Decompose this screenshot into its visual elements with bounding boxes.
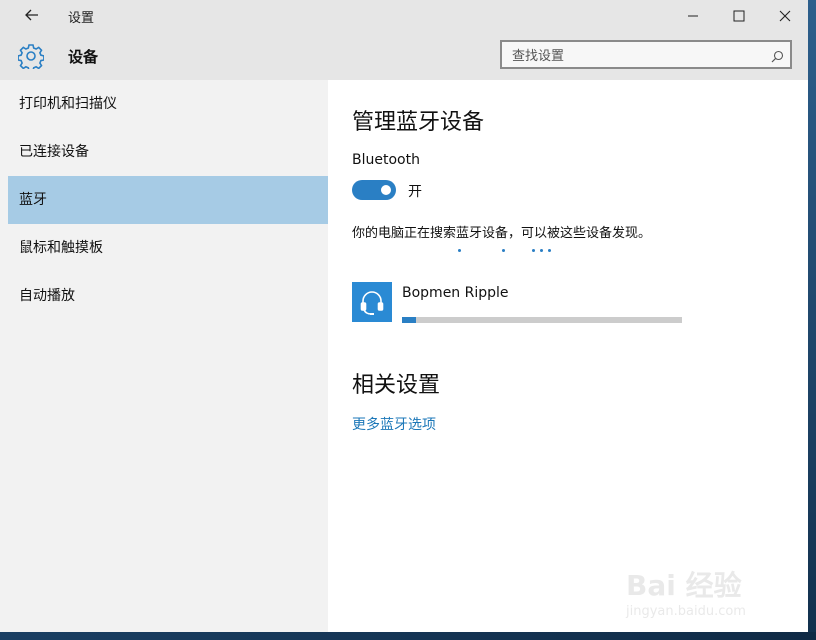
headset-icon[interactable] — [352, 282, 392, 322]
searching-status-text: 你的电脑正在搜索蓝牙设备，可以被这些设备发现。 — [352, 226, 652, 241]
progress-dot — [458, 249, 461, 252]
watermark-logo: Bai 经验 jingyan.baidu.com — [620, 562, 780, 628]
progress-dot — [548, 249, 551, 252]
pairing-progress-bar — [402, 317, 682, 323]
desktop-background — [808, 0, 816, 640]
pairing-progress-fill — [402, 317, 416, 323]
main-content: 管理蓝牙设备 Bluetooth 开 你的电脑正在搜索蓝牙设备，可以被这些设备发… — [328, 80, 808, 632]
toggle-state-label: 开 — [408, 184, 422, 200]
watermark-url: jingyan.baidu.com — [626, 604, 746, 619]
title-bar: 设置 — [0, 0, 808, 32]
search-icon[interactable] — [771, 48, 784, 67]
sidebar: 打印机和扫描仪 已连接设备 蓝牙 鼠标和触摸板 自动播放 — [0, 80, 328, 632]
related-settings-heading: 相关设置 — [352, 373, 441, 398]
minimize-button[interactable] — [670, 0, 716, 32]
sidebar-item-autoplay[interactable]: 自动播放 — [8, 272, 328, 320]
section-heading: 管理蓝牙设备 — [352, 110, 485, 135]
sidebar-item-printers[interactable]: 打印机和扫描仪 — [8, 80, 328, 128]
more-bluetooth-options-link[interactable]: 更多蓝牙选项 — [352, 414, 436, 434]
sidebar-item-bluetooth[interactable]: 蓝牙 — [8, 176, 328, 224]
toggle-knob — [381, 185, 391, 195]
page-header: 设备 — [0, 32, 808, 80]
progress-dot — [532, 249, 535, 252]
progress-dot — [540, 249, 543, 252]
maximize-button[interactable] — [716, 0, 762, 32]
sidebar-item-connected-devices[interactable]: 已连接设备 — [8, 128, 328, 176]
bluetooth-toggle[interactable] — [352, 180, 396, 200]
search-box[interactable] — [500, 40, 792, 69]
desktop-background — [0, 632, 816, 640]
window-title: 设置 — [68, 11, 95, 26]
back-arrow-icon[interactable] — [20, 4, 44, 28]
gear-icon — [17, 43, 45, 72]
sidebar-item-mouse-touchpad[interactable]: 鼠标和触摸板 — [8, 224, 328, 272]
bluetooth-label: Bluetooth — [352, 152, 420, 168]
search-input[interactable] — [510, 46, 764, 66]
settings-window: 设置 设备 打印机和扫描仪 已连接设备 — [0, 0, 808, 632]
page-title: 设备 — [68, 48, 99, 66]
device-name[interactable]: Bopmen Ripple — [402, 285, 509, 301]
progress-dot — [502, 249, 505, 252]
close-button[interactable] — [762, 0, 808, 32]
watermark-brand: Bai 经验 — [626, 569, 742, 602]
